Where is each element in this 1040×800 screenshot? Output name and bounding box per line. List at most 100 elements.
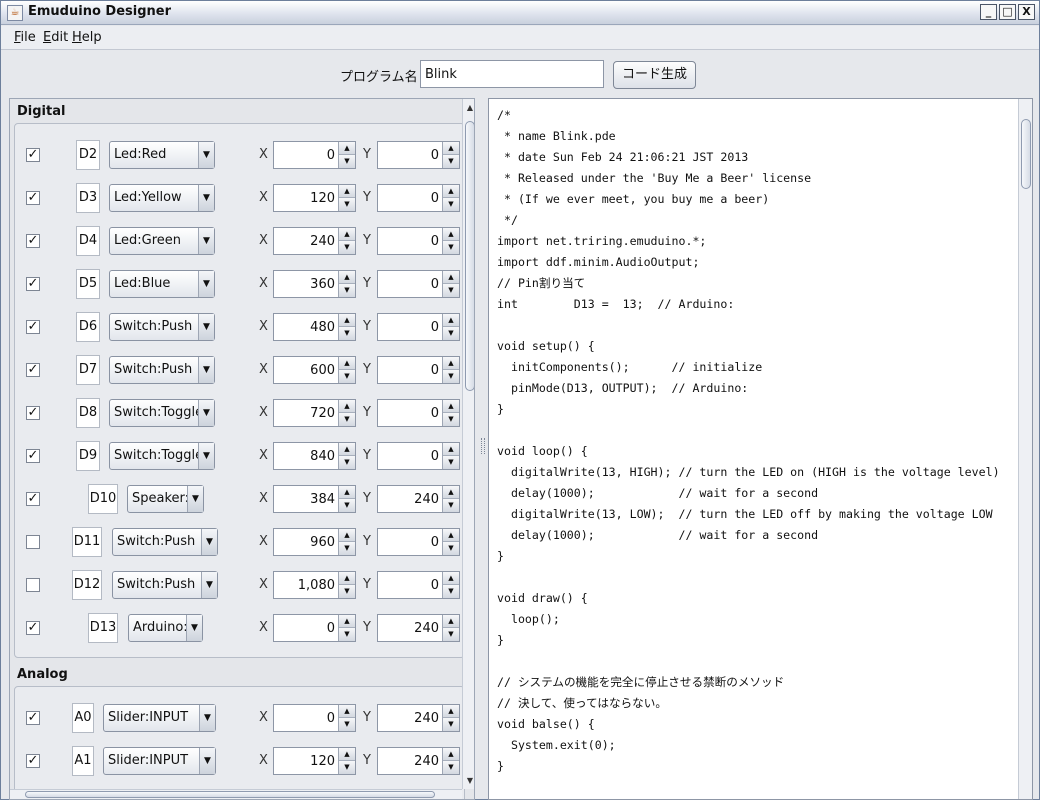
spinner-up-icon[interactable]: ▲ bbox=[339, 705, 355, 718]
y-coordinate-spinner[interactable]: 240 ▲ ▼ bbox=[377, 704, 460, 732]
dropdown-arrow-icon[interactable]: ▼ bbox=[198, 314, 214, 340]
spinner-down-icon[interactable]: ▼ bbox=[443, 241, 459, 254]
menu-file[interactable]: File bbox=[14, 30, 36, 45]
x-coordinate-spinner[interactable]: 720 ▲ ▼ bbox=[273, 399, 356, 427]
spinner-down-icon[interactable]: ▼ bbox=[443, 198, 459, 211]
spinner-up-icon[interactable]: ▲ bbox=[443, 314, 459, 327]
x-coordinate-spinner[interactable]: 360 ▲ ▼ bbox=[273, 270, 356, 298]
component-type-dropdown[interactable]: Switch:Push ▼ bbox=[109, 356, 215, 384]
spinner-up-icon[interactable]: ▲ bbox=[443, 271, 459, 284]
pin-enabled-checkbox[interactable]: ✓ bbox=[26, 449, 40, 463]
dropdown-arrow-icon[interactable]: ▼ bbox=[187, 486, 203, 512]
x-coordinate-spinner[interactable]: 0 ▲ ▼ bbox=[273, 141, 356, 169]
x-coordinate-spinner[interactable]: 600 ▲ ▼ bbox=[273, 356, 356, 384]
pin-enabled-checkbox[interactable]: ✓ bbox=[26, 277, 40, 291]
spinner-down-icon[interactable]: ▼ bbox=[443, 327, 459, 340]
spinner-down-icon[interactable]: ▼ bbox=[339, 456, 355, 469]
spinner-up-icon[interactable]: ▲ bbox=[443, 705, 459, 718]
spinner-down-icon[interactable]: ▼ bbox=[339, 413, 355, 426]
spinner-up-icon[interactable]: ▲ bbox=[339, 314, 355, 327]
spinner-up-icon[interactable]: ▲ bbox=[443, 443, 459, 456]
component-type-dropdown[interactable]: Led:Blue ▼ bbox=[109, 270, 215, 298]
dropdown-arrow-icon[interactable]: ▼ bbox=[201, 529, 217, 555]
dropdown-arrow-icon[interactable]: ▼ bbox=[198, 185, 214, 211]
spinner-up-icon[interactable]: ▲ bbox=[339, 271, 355, 284]
y-coordinate-spinner[interactable]: 0 ▲ ▼ bbox=[377, 313, 460, 341]
spinner-up-icon[interactable]: ▲ bbox=[443, 357, 459, 370]
x-coordinate-spinner[interactable]: 0 ▲ ▼ bbox=[273, 614, 356, 642]
spinner-down-icon[interactable]: ▼ bbox=[339, 761, 355, 774]
spinner-up-icon[interactable]: ▲ bbox=[443, 529, 459, 542]
dropdown-arrow-icon[interactable]: ▼ bbox=[198, 443, 214, 469]
spinner-up-icon[interactable]: ▲ bbox=[443, 486, 459, 499]
spinner-down-icon[interactable]: ▼ bbox=[443, 628, 459, 641]
component-type-dropdown[interactable]: Led:Yellow ▼ bbox=[109, 184, 215, 212]
spinner-up-icon[interactable]: ▲ bbox=[339, 357, 355, 370]
pin-enabled-checkbox[interactable]: ✓ bbox=[26, 754, 40, 768]
y-coordinate-spinner[interactable]: 240 ▲ ▼ bbox=[377, 747, 460, 775]
x-coordinate-spinner[interactable]: 840 ▲ ▼ bbox=[273, 442, 356, 470]
component-type-dropdown[interactable]: Switch:Push ▼ bbox=[112, 528, 218, 556]
x-coordinate-spinner[interactable]: 240 ▲ ▼ bbox=[273, 227, 356, 255]
component-type-dropdown[interactable]: Slider:INPUT ▼ bbox=[103, 747, 216, 775]
x-coordinate-spinner[interactable]: 0 ▲ ▼ bbox=[273, 704, 356, 732]
spinner-down-icon[interactable]: ▼ bbox=[339, 628, 355, 641]
component-type-dropdown[interactable]: Switch:Toggle ▼ bbox=[109, 442, 215, 470]
spinner-up-icon[interactable]: ▲ bbox=[339, 142, 355, 155]
spinner-down-icon[interactable]: ▼ bbox=[443, 413, 459, 426]
minimize-button[interactable]: _ bbox=[980, 4, 997, 20]
pin-enabled-checkbox[interactable]: ✓ bbox=[26, 320, 40, 334]
component-type-dropdown[interactable]: Speaker: ▼ bbox=[127, 485, 204, 513]
pin-enabled-checkbox[interactable] bbox=[26, 578, 40, 592]
component-type-dropdown[interactable]: Arduino: ▼ bbox=[128, 614, 203, 642]
dropdown-arrow-icon[interactable]: ▼ bbox=[198, 271, 214, 297]
dropdown-arrow-icon[interactable]: ▼ bbox=[199, 705, 215, 731]
split-pane-divider[interactable] bbox=[479, 98, 487, 800]
y-coordinate-spinner[interactable]: 240 ▲ ▼ bbox=[377, 614, 460, 642]
code-scroll-thumb[interactable] bbox=[1021, 119, 1031, 189]
x-coordinate-spinner[interactable]: 120 ▲ ▼ bbox=[273, 747, 356, 775]
pin-enabled-checkbox[interactable]: ✓ bbox=[26, 711, 40, 725]
spinner-down-icon[interactable]: ▼ bbox=[339, 585, 355, 598]
code-vertical-scrollbar[interactable] bbox=[1018, 99, 1032, 799]
spinner-down-icon[interactable]: ▼ bbox=[339, 284, 355, 297]
program-name-input[interactable]: Blink bbox=[420, 60, 604, 88]
pin-enabled-checkbox[interactable]: ✓ bbox=[26, 191, 40, 205]
y-coordinate-spinner[interactable]: 0 ▲ ▼ bbox=[377, 227, 460, 255]
scroll-down-arrow[interactable]: ▼ bbox=[463, 774, 474, 787]
spinner-down-icon[interactable]: ▼ bbox=[443, 542, 459, 555]
y-coordinate-spinner[interactable]: 0 ▲ ▼ bbox=[377, 356, 460, 384]
spinner-down-icon[interactable]: ▼ bbox=[443, 718, 459, 731]
spinner-up-icon[interactable]: ▲ bbox=[339, 185, 355, 198]
spinner-down-icon[interactable]: ▼ bbox=[339, 542, 355, 555]
spinner-up-icon[interactable]: ▲ bbox=[339, 615, 355, 628]
y-coordinate-spinner[interactable]: 0 ▲ ▼ bbox=[377, 571, 460, 599]
spinner-up-icon[interactable]: ▲ bbox=[339, 486, 355, 499]
y-coordinate-spinner[interactable]: 0 ▲ ▼ bbox=[377, 141, 460, 169]
spinner-up-icon[interactable]: ▲ bbox=[443, 185, 459, 198]
dropdown-arrow-icon[interactable]: ▼ bbox=[198, 228, 214, 254]
component-type-dropdown[interactable]: Slider:INPUT ▼ bbox=[103, 704, 216, 732]
spinner-down-icon[interactable]: ▼ bbox=[443, 585, 459, 598]
spinner-down-icon[interactable]: ▼ bbox=[339, 241, 355, 254]
dropdown-arrow-icon[interactable]: ▼ bbox=[199, 748, 215, 774]
spinner-down-icon[interactable]: ▼ bbox=[339, 155, 355, 168]
menu-edit[interactable]: Edit bbox=[43, 30, 68, 45]
scroll-up-arrow[interactable]: ▲ bbox=[463, 101, 474, 114]
spinner-down-icon[interactable]: ▼ bbox=[339, 370, 355, 383]
pin-enabled-checkbox[interactable]: ✓ bbox=[26, 621, 40, 635]
dropdown-arrow-icon[interactable]: ▼ bbox=[198, 142, 214, 168]
spinner-down-icon[interactable]: ▼ bbox=[339, 499, 355, 512]
component-type-dropdown[interactable]: Switch:Push ▼ bbox=[109, 313, 215, 341]
y-coordinate-spinner[interactable]: 0 ▲ ▼ bbox=[377, 270, 460, 298]
spinner-up-icon[interactable]: ▲ bbox=[339, 443, 355, 456]
dropdown-arrow-icon[interactable]: ▼ bbox=[201, 572, 217, 598]
x-coordinate-spinner[interactable]: 960 ▲ ▼ bbox=[273, 528, 356, 556]
spinner-up-icon[interactable]: ▲ bbox=[443, 748, 459, 761]
dropdown-arrow-icon[interactable]: ▼ bbox=[198, 357, 214, 383]
x-coordinate-spinner[interactable]: 1,080 ▲ ▼ bbox=[273, 571, 356, 599]
pin-enabled-checkbox[interactable]: ✓ bbox=[26, 406, 40, 420]
spinner-up-icon[interactable]: ▲ bbox=[339, 529, 355, 542]
y-coordinate-spinner[interactable]: 240 ▲ ▼ bbox=[377, 485, 460, 513]
y-coordinate-spinner[interactable]: 0 ▲ ▼ bbox=[377, 399, 460, 427]
